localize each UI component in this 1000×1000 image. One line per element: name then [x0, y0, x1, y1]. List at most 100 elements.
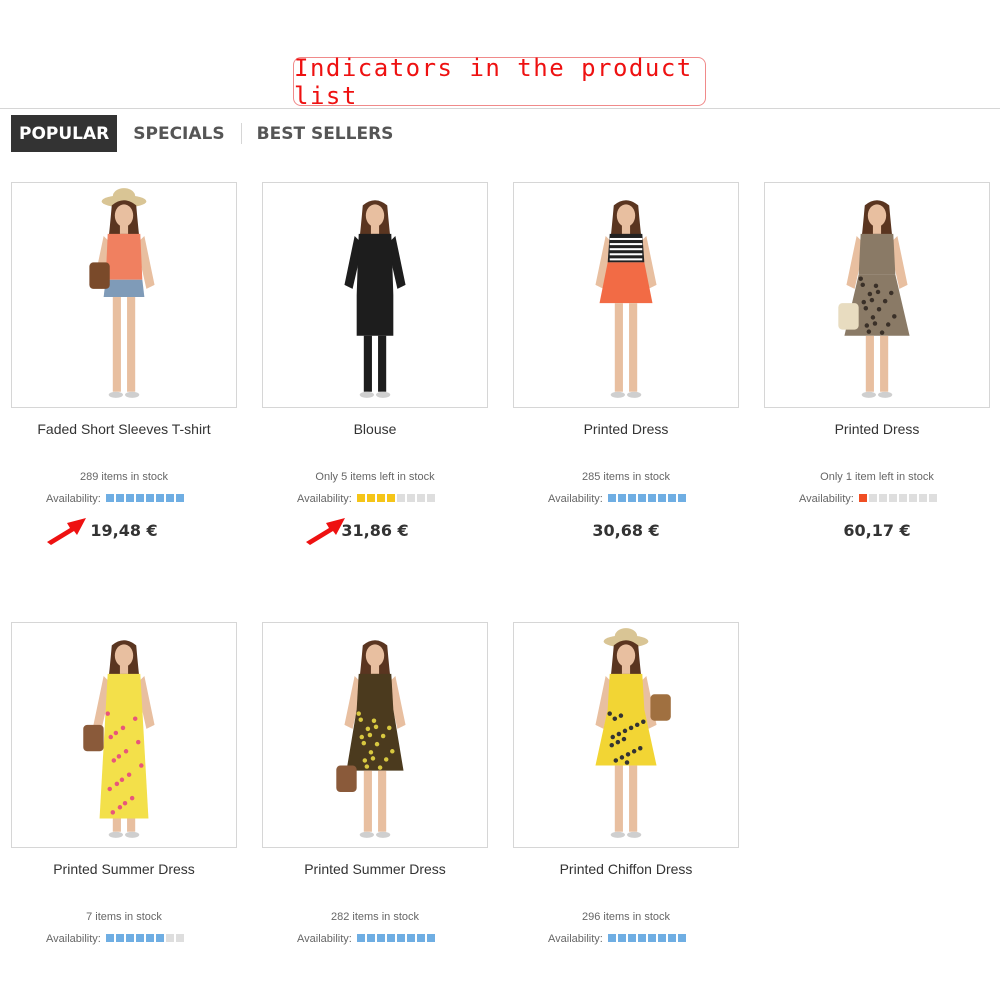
- availability-square: [928, 494, 937, 502]
- availability-square: [416, 934, 425, 942]
- availability-square: [627, 934, 636, 942]
- product-name[interactable]: Blouse: [262, 421, 488, 437]
- model-photo: [595, 200, 657, 398]
- availability-square: [125, 494, 134, 502]
- product-name[interactable]: Printed Chiffon Dress: [513, 861, 739, 877]
- tab-best-sellers[interactable]: BEST SELLERS: [240, 115, 410, 152]
- availability-square: [105, 494, 114, 502]
- availability-square: [416, 494, 425, 502]
- availability-square: [908, 494, 917, 502]
- availability-square: [376, 494, 385, 502]
- availability-label: Availability:: [297, 933, 352, 945]
- model-photo: [89, 188, 155, 398]
- availability-square: [135, 934, 144, 942]
- availability-square: [155, 934, 164, 942]
- availability-squares: [105, 493, 186, 505]
- availability-square: [406, 934, 415, 942]
- availability-indicator: Availability:: [46, 932, 186, 946]
- availability-indicator: Availability:: [46, 492, 186, 506]
- model-photo: [838, 200, 910, 398]
- product-name[interactable]: Printed Summer Dress: [11, 861, 237, 877]
- availability-square: [617, 934, 626, 942]
- availability-square: [105, 934, 114, 942]
- product-tabs: POPULAR SPECIALS BEST SELLERS: [11, 115, 409, 152]
- availability-square: [647, 934, 656, 942]
- availability-square: [898, 494, 907, 502]
- availability-square: [356, 934, 365, 942]
- product-image[interactable]: [262, 182, 488, 408]
- availability-squares: [607, 933, 688, 945]
- red-arrow-icon: [47, 518, 86, 545]
- product-image[interactable]: [11, 182, 237, 408]
- stock-text: Only 5 items left in stock: [315, 471, 435, 483]
- availability-indicator: Availability:: [297, 932, 437, 946]
- availability-squares: [607, 493, 688, 505]
- availability-square: [637, 934, 646, 942]
- product-price: 60,17 €: [843, 521, 911, 540]
- availability-label: Availability:: [46, 933, 101, 945]
- product-image[interactable]: [262, 622, 488, 848]
- availability-square: [677, 494, 686, 502]
- product-name[interactable]: Printed Summer Dress: [262, 861, 488, 877]
- availability-square: [376, 934, 385, 942]
- availability-indicator: Availability:: [297, 492, 437, 506]
- product-card: Printed Summer Dress 7 items in stock Av…: [11, 622, 237, 945]
- availability-square: [396, 494, 405, 502]
- product-image[interactable]: [764, 182, 990, 408]
- availability-square: [135, 494, 144, 502]
- product-name[interactable]: Printed Dress: [513, 421, 739, 437]
- availability-square: [386, 494, 395, 502]
- product-image[interactable]: [513, 622, 739, 848]
- availability-label: Availability:: [548, 493, 603, 505]
- availability-square: [125, 934, 134, 942]
- product-card: Blouse Only 5 items left in stock Availa…: [262, 182, 488, 540]
- stock-text: 289 items in stock: [79, 471, 169, 483]
- availability-square: [426, 494, 435, 502]
- tab-popular[interactable]: POPULAR: [11, 115, 118, 152]
- availability-square: [667, 934, 676, 942]
- availability-square: [396, 934, 405, 942]
- availability-square: [165, 934, 174, 942]
- stock-text: Only 1 item left in stock: [820, 471, 934, 483]
- stock-text: 7 items in stock: [86, 911, 162, 923]
- availability-square: [617, 494, 626, 502]
- stock-text: 296 items in stock: [581, 911, 671, 923]
- product-image[interactable]: [11, 622, 237, 848]
- availability-square: [657, 494, 666, 502]
- availability-square: [888, 494, 897, 502]
- availability-indicator: Availability:: [799, 492, 939, 506]
- availability-square: [667, 494, 676, 502]
- availability-square: [175, 494, 184, 502]
- availability-squares: [105, 933, 186, 945]
- availability-label: Availability:: [46, 493, 101, 505]
- product-name[interactable]: Printed Dress: [764, 421, 990, 437]
- model-photo: [595, 628, 671, 838]
- availability-square: [406, 494, 415, 502]
- product-card: Printed Dress 285 items in stock Availab…: [513, 182, 739, 540]
- product-image[interactable]: [513, 182, 739, 408]
- promo-banner: Indicators in the product list: [293, 54, 706, 110]
- stock-text: 285 items in stock: [581, 471, 671, 483]
- availability-square: [356, 494, 365, 502]
- availability-square: [155, 494, 164, 502]
- availability-square: [115, 934, 124, 942]
- availability-square: [426, 934, 435, 942]
- product-card: Faded Short Sleeves T-shirt 289 items in…: [11, 182, 237, 540]
- availability-square: [918, 494, 927, 502]
- availability-square: [637, 494, 646, 502]
- availability-square: [878, 494, 887, 502]
- model-photo: [336, 640, 406, 838]
- availability-square: [175, 934, 184, 942]
- model-photo: [83, 640, 155, 838]
- availability-square: [868, 494, 877, 502]
- availability-label: Availability:: [799, 493, 854, 505]
- availability-square: [607, 494, 616, 502]
- availability-square: [366, 934, 375, 942]
- model-photo: [344, 200, 406, 398]
- product-name[interactable]: Faded Short Sleeves T-shirt: [11, 421, 237, 437]
- product-card: Printed Dress Only 1 item left in stock …: [764, 182, 990, 540]
- availability-square: [627, 494, 636, 502]
- tab-specials[interactable]: SPECIALS: [117, 115, 240, 152]
- availability-square: [607, 934, 616, 942]
- banner-title: Indicators in the product list: [294, 53, 693, 110]
